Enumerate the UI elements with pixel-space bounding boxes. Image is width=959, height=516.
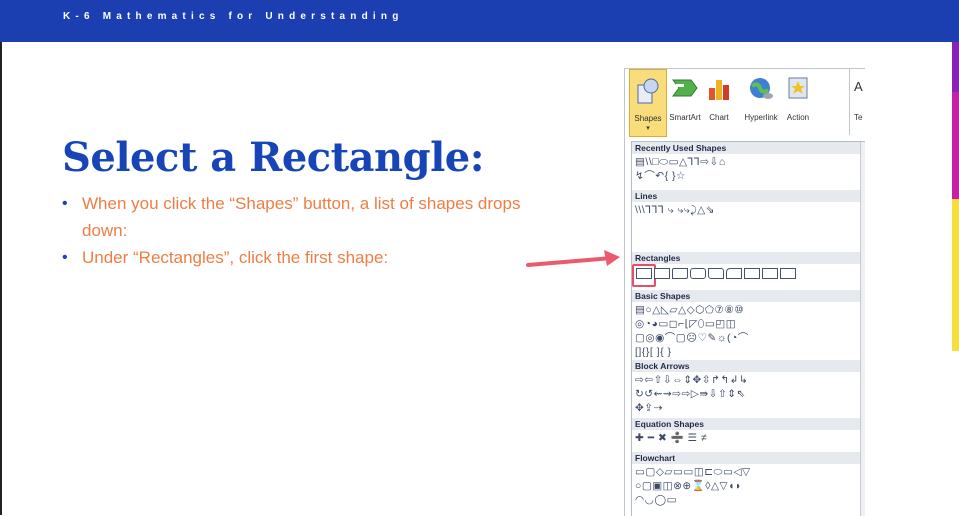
shape-row[interactable]: ✥⇪⇢ [635,402,663,414]
textbox-button[interactable]: A Te [849,69,865,135]
snip-round-rectangle-shape[interactable] [708,268,724,279]
round-rectangle-shape[interactable] [690,268,706,279]
bullet-text: Under “Rectangles”, click the first shap… [82,248,389,267]
ribbon-panel: Shapes ▾ SmartArt Chart Hyperlink Action [624,68,865,516]
bullet-list: • When you click the “Shapes” button, a l… [62,190,532,271]
hyperlink-button[interactable]: Hyperlink [741,69,781,135]
shape-row[interactable]: ✚ ━ ✖ ➗ ☰ ≠ [635,432,707,444]
snip-rectangle-shape[interactable] [672,268,688,279]
shape-row[interactable]: []{}[ ]{ } [635,346,672,358]
hyperlink-label: Hyperlink [744,113,778,122]
round-corner-rectangle-shape[interactable] [726,268,742,279]
shape-row[interactable]: ▤\\□⬭▭△⅂⅂⇨⇩⌂ [635,156,726,168]
section-recently-used: Recently Used Shapes [632,142,860,154]
dropdown-scrollbar[interactable] [860,142,865,516]
action-icon [788,77,808,99]
header-bar: K-6 Mathematics for Understanding [0,0,959,42]
section-flowchart: Flowchart [632,452,860,464]
rounded-rectangle-shape[interactable] [654,268,670,279]
shape-row[interactable]: ⇨⇦⇧⇩⇔⇕✥⇳↱↰↲↳ [635,374,748,386]
chart-button[interactable]: Chart [703,69,735,135]
textbox-icon: A [854,79,863,94]
header-title: K-6 Mathematics for Understanding [63,11,404,22]
accent-bar-purple [952,42,959,92]
section-block-arrows: Block Arrows [632,360,860,372]
shape-row[interactable]: ↻↺⇜⇝⇨⇨▷⇛⇩⇧⇕⇖ [635,388,746,400]
bullet-dot-icon: • [62,195,68,212]
accent-bar-yellow [952,199,959,351]
hyperlink-icon [750,78,773,99]
bullet-dot-icon: • [62,249,68,266]
action-label: Action [786,113,810,122]
shape-row[interactable]: ◠◡◯▭ [635,494,677,506]
shape-row[interactable]: ◎◔◕▭◻⌐⌊◸⬯▭◰◫ [635,318,736,330]
shapes-label: Shapes [634,114,662,123]
section-basic-shapes: Basic Shapes [632,290,860,302]
shape-row[interactable]: ▢◎◉⌒▢☹♡✎☼(◔⌒ [635,332,749,344]
accent-bar-magenta [952,92,959,199]
smartart-label: SmartArt [669,113,701,122]
rectangle-shape-variant[interactable] [744,268,760,279]
shape-row[interactable]: ↯⌒↶{ }☆ [635,170,686,182]
bullet-item: • When you click the “Shapes” button, a l… [62,190,532,244]
section-equation-shapes: Equation Shapes [632,418,860,430]
section-rectangles: Rectangles [632,252,860,264]
chevron-down-icon: ▾ [646,125,650,132]
selected-rectangle-highlight [632,264,656,287]
shapes-dropdown-menu: Recently Used Shapes ▤\\□⬭▭△⅂⅂⇨⇩⌂ ↯⌒↶{ }… [631,141,865,516]
slide-border [0,0,2,515]
pointer-arrow-icon [526,250,620,267]
smartart-button[interactable]: SmartArt [667,69,703,135]
shape-row[interactable]: ○▢▣◫⊗⊕⌛◊△▽◖◗ [635,480,742,492]
shapes-button[interactable]: Shapes ▾ [629,69,667,137]
shape-row[interactable]: ▤○△◺▱△◇⬡⬠⑦⑧⑩ [635,304,744,316]
slide-title: Select a Rectangle: [62,134,484,181]
rectangle-shape-variant[interactable] [780,268,796,279]
action-button[interactable]: Action [781,69,815,135]
shapes-icon [637,78,659,104]
textbox-label: Te [854,113,863,122]
shape-row[interactable]: ▭▢◇▱▭▭◫⊏⬭▭◁▽ [635,466,751,478]
chart-label: Chart [709,113,729,122]
bullet-text: When you click the “Shapes” button, a li… [82,194,521,240]
rectangle-shape-variant[interactable] [762,268,778,279]
section-lines: Lines [632,190,860,202]
smartart-icon [672,79,698,97]
chart-icon [709,80,729,100]
shape-row[interactable]: \\\⅂⅂⅂ ⤷ ⤷⤷⤸△⇘ [635,204,715,216]
